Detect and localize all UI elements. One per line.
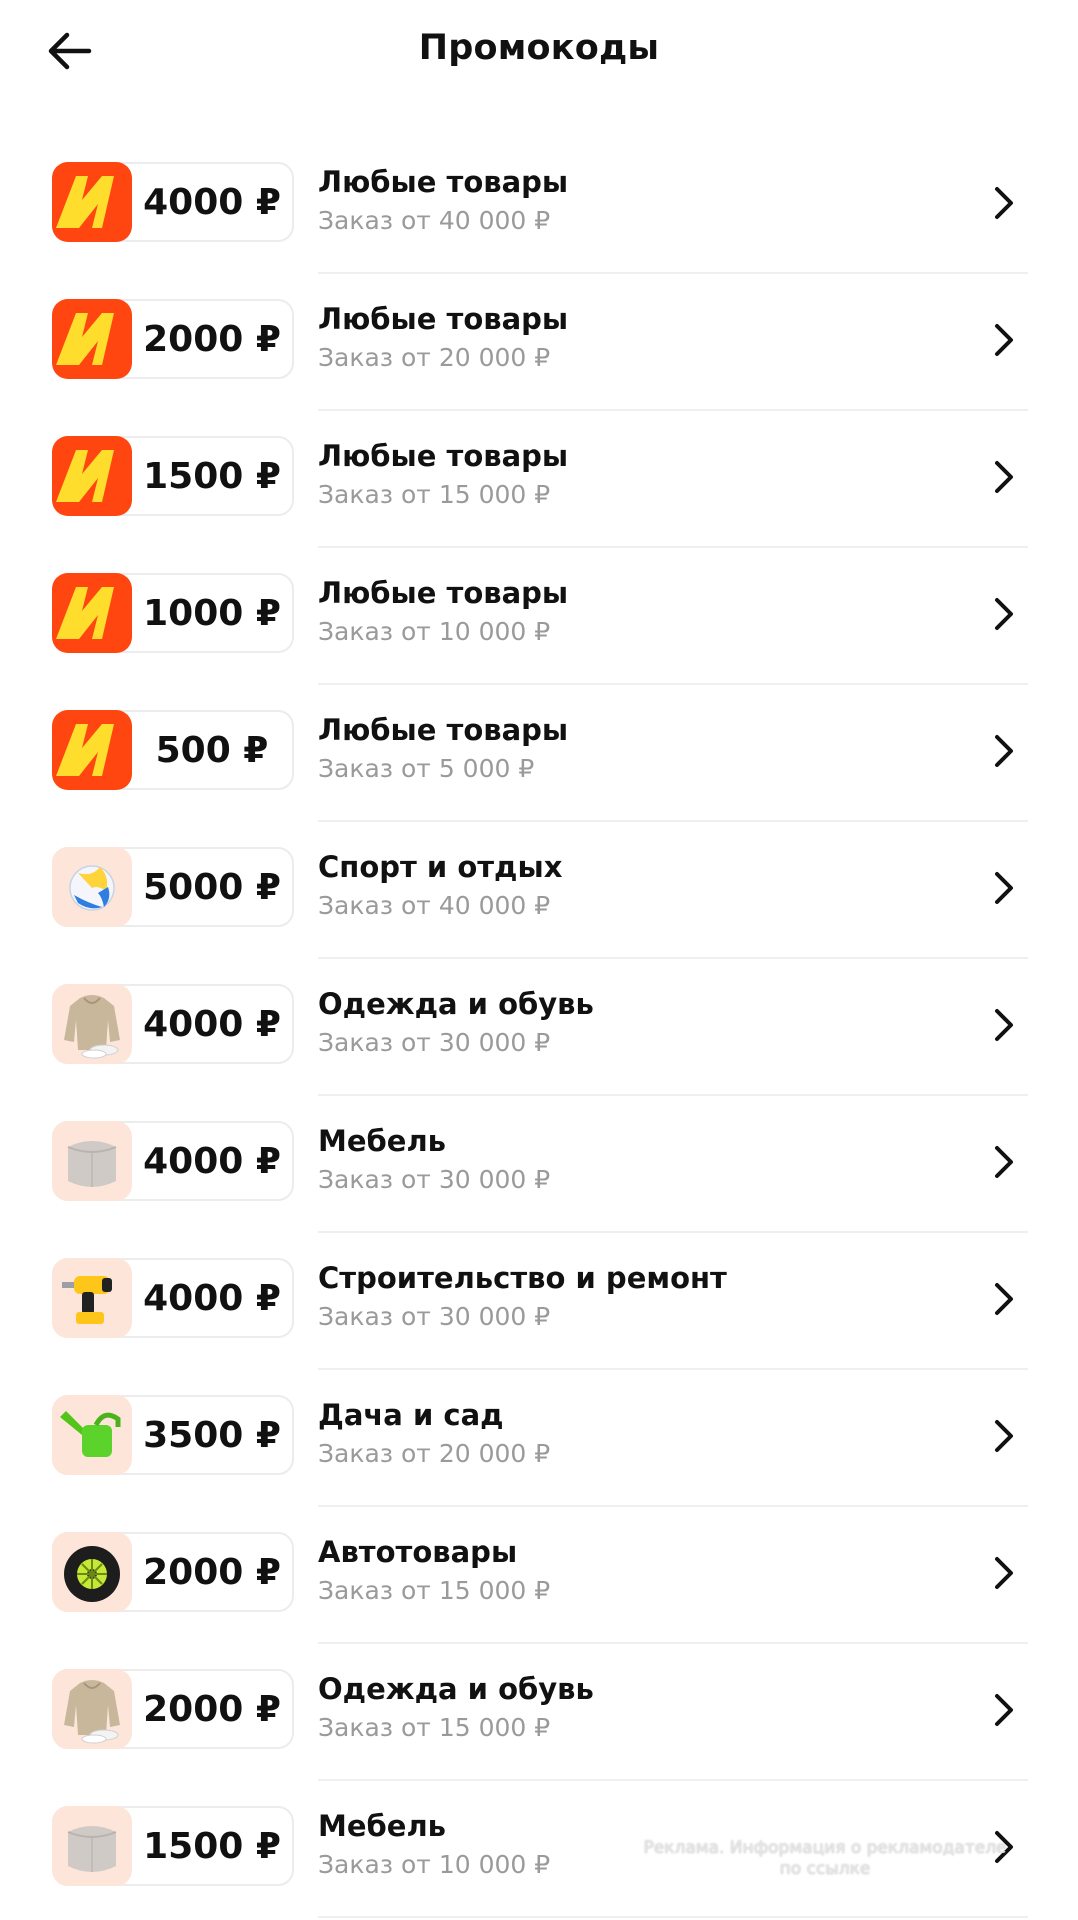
promo-amount: 1000 ₽ — [143, 592, 281, 634]
chevron-right-icon — [995, 1420, 1013, 1452]
promo-category: Одежда и обувь — [318, 987, 594, 1021]
promo-row[interactable]: 4000 ₽ Строительство и ремонт Заказ от 30 … — [0, 1233, 1078, 1370]
promo-category: Дача и сад — [318, 1398, 504, 1432]
promo-category: Мебель — [318, 1809, 447, 1843]
promo-amount: 2000 ₽ — [143, 1551, 281, 1593]
promo-badge: 2000 ₽ — [52, 299, 294, 379]
promo-row[interactable]: 1500 ₽ Любые товары Заказ от 15 000 ₽ — [0, 411, 1078, 548]
pouf-icon — [52, 1121, 132, 1201]
promo-category: Автотовары — [318, 1535, 518, 1569]
promo-condition: Заказ от 30 000 ₽ — [318, 1165, 551, 1194]
volleyball-icon — [52, 847, 132, 927]
chevron-right-icon — [995, 1283, 1013, 1315]
promo-amount: 5000 ₽ — [143, 866, 281, 908]
drill-icon — [52, 1258, 132, 1338]
promo-row[interactable]: 4000 ₽ Мебель Заказ от 30 000 ₽ — [0, 1096, 1078, 1233]
chevron-right-icon — [995, 1009, 1013, 1041]
promo-category: Спорт и отдых — [318, 850, 563, 884]
promo-row[interactable]: 2000 ₽ Любые товары Заказ от 20 000 ₽ — [0, 274, 1078, 411]
promo-badge: 4000 ₽ — [52, 984, 294, 1064]
promo-row[interactable]: 1000 ₽ Любые товары Заказ от 10 000 ₽ — [0, 548, 1078, 685]
promo-badge: 1500 ₽ — [52, 436, 294, 516]
promo-badge: 4000 ₽ — [52, 162, 294, 242]
promo-amount: 1500 ₽ — [143, 455, 281, 497]
promo-row[interactable]: 4000 ₽ Одежда и обувь Заказ от 30 000 ₽ — [0, 959, 1078, 1096]
promo-amount: 500 ₽ — [155, 729, 269, 771]
chevron-right-icon — [995, 872, 1013, 904]
hoodie-icon — [52, 1669, 132, 1749]
promo-badge: 4000 ₽ — [52, 1121, 294, 1201]
promo-row[interactable]: 500 ₽ Любые товары Заказ от 5 000 ₽ — [0, 685, 1078, 822]
promo-amount: 1500 ₽ — [143, 1825, 281, 1867]
promo-amount: 4000 ₽ — [143, 1277, 281, 1319]
promo-badge: 500 ₽ — [52, 710, 294, 790]
promo-category: Любые товары — [318, 165, 569, 199]
promo-category: Любые товары — [318, 302, 569, 336]
chevron-right-icon — [995, 735, 1013, 767]
chevron-right-icon — [995, 324, 1013, 356]
promo-badge: 3500 ₽ — [52, 1395, 294, 1475]
chevron-right-icon — [995, 598, 1013, 630]
market-logo-icon — [52, 162, 132, 242]
promo-condition: Заказ от 30 000 ₽ — [318, 1028, 551, 1057]
promo-row[interactable]: 3500 ₽ Дача и сад Заказ от 20 000 ₽ — [0, 1370, 1078, 1507]
promo-category: Любые товары — [318, 576, 569, 610]
row-divider — [318, 1916, 1028, 1918]
promo-list: 4000 ₽ Любые товары Заказ от 40 000 ₽ 2000 … — [0, 137, 1078, 1918]
chevron-right-icon — [995, 1694, 1013, 1726]
promo-row[interactable]: 4000 ₽ Любые товары Заказ от 40 000 ₽ — [0, 137, 1078, 274]
promo-badge: 5000 ₽ — [52, 847, 294, 927]
chevron-right-icon — [995, 1146, 1013, 1178]
promo-condition: Заказ от 15 000 ₽ — [318, 1713, 551, 1742]
market-logo-icon — [52, 710, 132, 790]
promo-amount: 2000 ₽ — [143, 1688, 281, 1730]
promo-category: Строительство и ремонт — [318, 1261, 727, 1295]
promo-amount: 4000 ₽ — [143, 181, 281, 223]
promo-condition: Заказ от 15 000 ₽ — [318, 1576, 551, 1605]
page-title: Промокоды — [418, 28, 660, 68]
promo-condition: Заказ от 10 000 ₽ — [318, 1850, 551, 1879]
promo-badge: 4000 ₽ — [52, 1258, 294, 1338]
promo-condition: Заказ от 30 000 ₽ — [318, 1302, 551, 1331]
promo-row[interactable]: 2000 ₽ Автотовары Заказ от 15 000 ₽ — [0, 1507, 1078, 1644]
hoodie-icon — [52, 984, 132, 1064]
promo-category: Любые товары — [318, 713, 569, 747]
pouf-icon — [52, 1806, 132, 1886]
promo-amount: 3500 ₽ — [143, 1414, 281, 1456]
promo-condition: Заказ от 5 000 ₽ — [318, 754, 535, 783]
promo-condition: Заказ от 15 000 ₽ — [318, 480, 551, 509]
promo-row[interactable]: 5000 ₽ Спорт и отдых Заказ от 40 000 ₽ — [0, 822, 1078, 959]
market-logo-icon — [52, 436, 132, 516]
promo-badge: 2000 ₽ — [52, 1669, 294, 1749]
market-logo-icon — [52, 299, 132, 379]
promo-badge: 1500 ₽ — [52, 1806, 294, 1886]
promo-category: Одежда и обувь — [318, 1672, 594, 1706]
chevron-right-icon — [995, 1557, 1013, 1589]
chevron-right-icon — [995, 187, 1013, 219]
promo-amount: 4000 ₽ — [143, 1003, 281, 1045]
promo-row[interactable]: 2000 ₽ Одежда и обувь Заказ от 15 000 ₽ — [0, 1644, 1078, 1781]
promo-condition: Заказ от 40 000 ₽ — [318, 206, 551, 235]
promo-amount: 4000 ₽ — [143, 1140, 281, 1182]
promo-badge: 2000 ₽ — [52, 1532, 294, 1612]
header: Промокоды — [0, 0, 1078, 110]
promo-amount: 2000 ₽ — [143, 318, 281, 360]
market-logo-icon — [52, 573, 132, 653]
chevron-right-icon — [995, 461, 1013, 493]
promo-condition: Заказ от 20 000 ₽ — [318, 343, 551, 372]
ad-disclaimer[interactable]: Реклама. Информация о рекламодателе по с… — [640, 1838, 1010, 1880]
promo-condition: Заказ от 20 000 ₽ — [318, 1439, 551, 1468]
promo-badge: 1000 ₽ — [52, 573, 294, 653]
promo-condition: Заказ от 10 000 ₽ — [318, 617, 551, 646]
watering-can-icon — [52, 1395, 132, 1475]
tire-icon — [52, 1532, 132, 1612]
promo-category: Любые товары — [318, 439, 569, 473]
promo-category: Мебель — [318, 1124, 447, 1158]
promo-condition: Заказ от 40 000 ₽ — [318, 891, 551, 920]
